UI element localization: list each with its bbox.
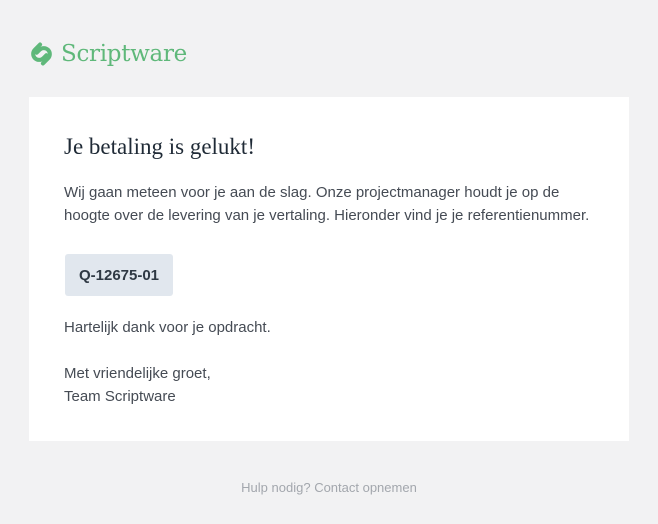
closing-team-name: Team Scriptware [64, 388, 176, 405]
thanks-text: Hartelijk dank voor je opdracht. [64, 319, 271, 336]
brand-name: Scriptware [61, 41, 187, 67]
closing-greeting: Met vriendelijke groet, [64, 365, 211, 382]
closing-signature: Met vriendelijke groet, Team Scriptware [64, 362, 211, 408]
scriptware-logo-icon [31, 42, 52, 66]
email-card: Je betaling is gelukt! Wij gaan meteen v… [29, 97, 629, 441]
email-heading: Je betaling is gelukt! [64, 134, 255, 159]
help-question-text: Hulp nodig? [241, 480, 311, 495]
brand-logo: Scriptware [28, 39, 187, 69]
contact-link[interactable]: Contact opnemen [314, 480, 417, 495]
email-footer: Hulp nodig? Contact opnemen [0, 479, 658, 497]
reference-number-badge: Q-12675-01 [65, 254, 173, 296]
intro-paragraph: Wij gaan meteen voor je aan de slag. Onz… [64, 184, 590, 224]
